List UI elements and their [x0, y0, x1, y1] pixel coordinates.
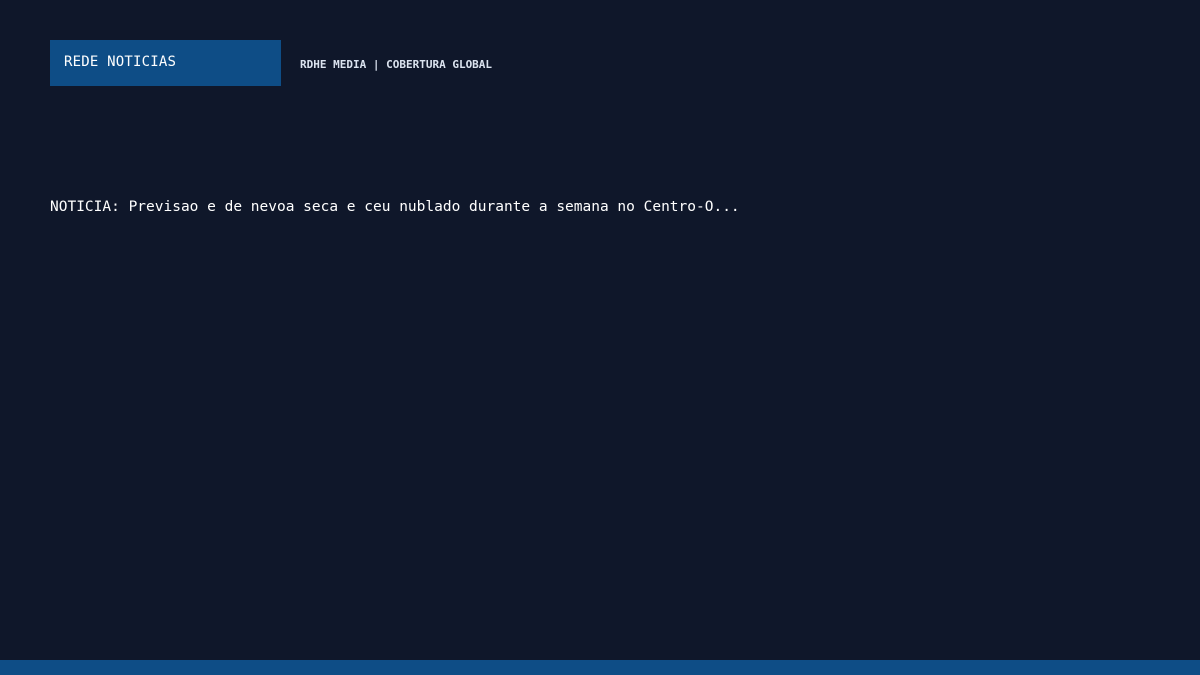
brand-title: REDE NOTICIAS — [64, 54, 177, 70]
bottom-accent-bar — [0, 660, 1200, 675]
brand-subtitle: RDHE MEDIA | COBERTURA GLOBAL — [300, 58, 493, 71]
news-headline: NOTICIA: Previsao e de nevoa seca e ceu … — [50, 199, 740, 215]
brand-box: REDE NOTICIAS — [50, 40, 281, 86]
